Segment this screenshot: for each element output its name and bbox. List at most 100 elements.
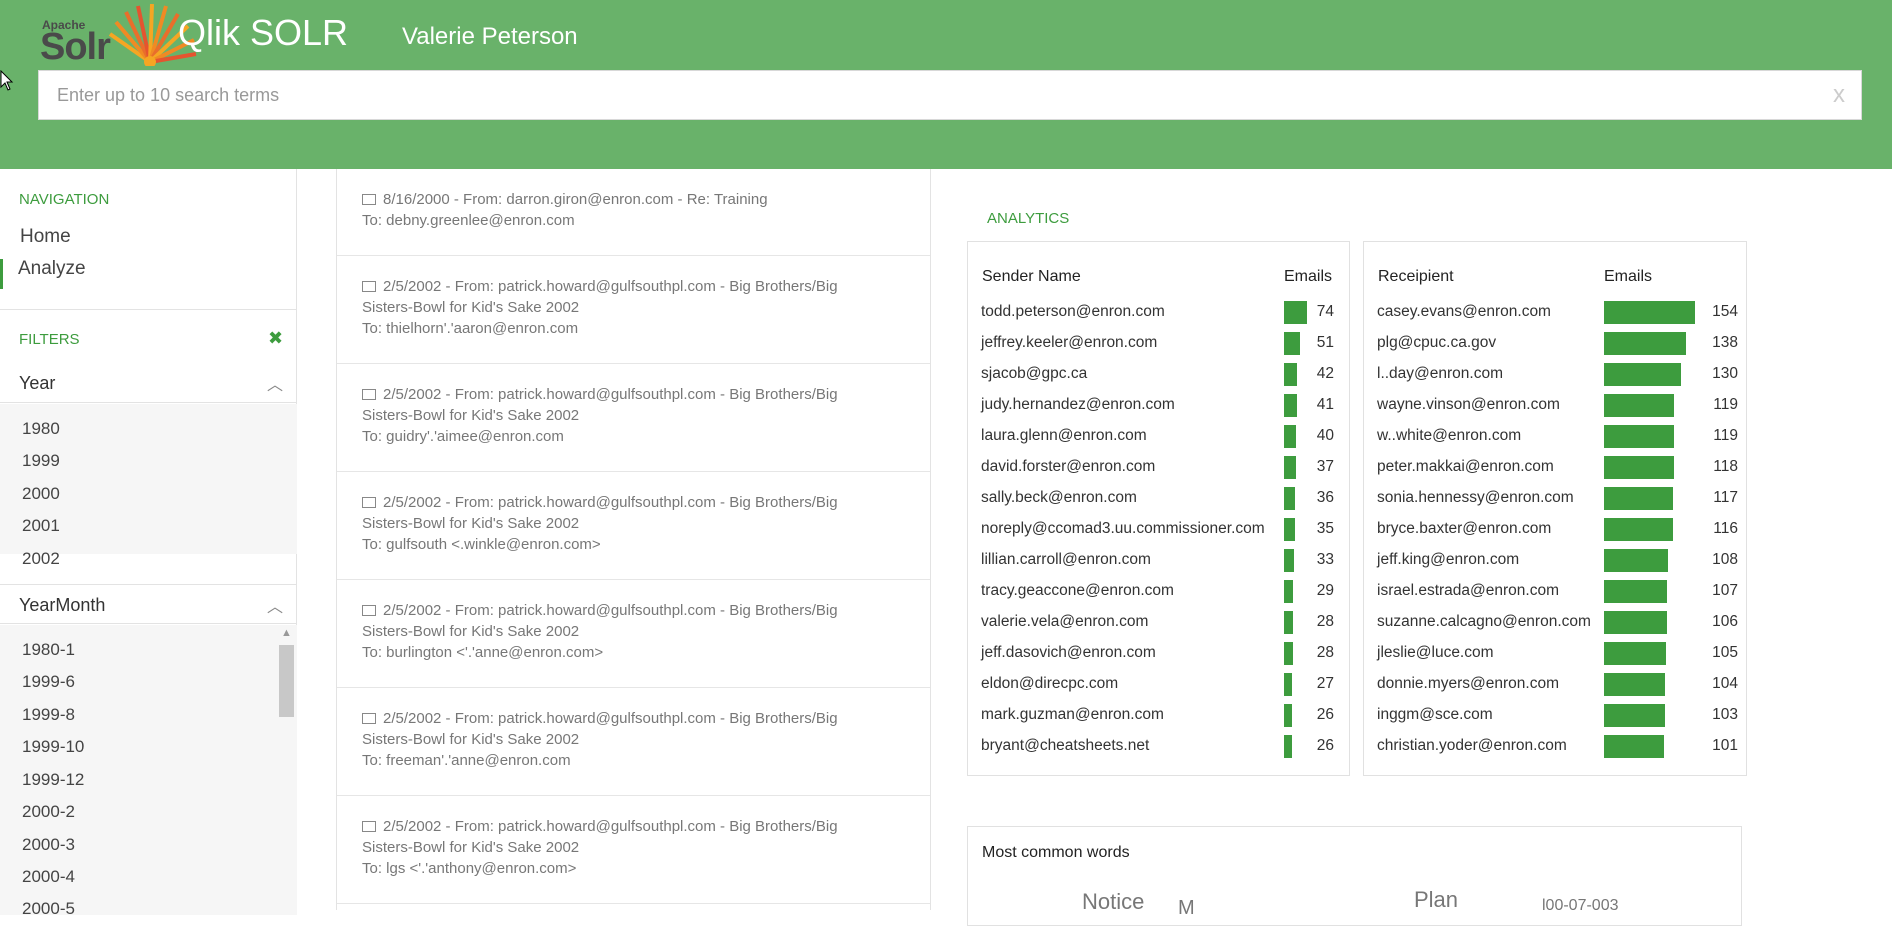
recipients-row-bar [1604,425,1674,448]
senders-row-name[interactable]: noreply@ccomad3.uu.commissioner.com [981,520,1265,538]
yearmonth-filter-item[interactable]: 2000-4 [22,867,75,887]
email-to-line: To: guidry'.'aimee@enron.com [362,428,564,445]
year-filter-item[interactable]: 2000 [22,484,60,504]
recipients-row-name[interactable]: israel.estrada@enron.com [1377,582,1559,600]
user-name[interactable]: Valerie Peterson [402,23,578,51]
word-cloud-item[interactable]: M [1178,897,1195,920]
recipients-row-name[interactable]: bryce.baxter@enron.com [1377,520,1551,538]
recipient-emails-column-header: Emails [1604,268,1653,285]
sidebar: NAVIGATION Home Analyze FILTERS ✖ Year ︿… [0,169,297,918]
senders-row-count: 35 [1316,520,1334,537]
recipients-row-name[interactable]: casey.evans@enron.com [1377,303,1551,321]
recipients-row-bar [1604,487,1673,510]
recipients-row-name[interactable]: christian.yoder@enron.com [1377,737,1567,755]
senders-row-count: 28 [1316,613,1334,630]
recipients-row-count: 103 [1712,706,1738,723]
yearmonth-filter-item[interactable]: 1999-6 [22,672,75,692]
senders-row-count: 40 [1316,427,1334,444]
email-item[interactable]: 2/5/2002 - From: patrick.howard@gulfsout… [337,688,930,796]
recipients-row-name[interactable]: jleslie@luce.com [1377,644,1494,662]
logo-solr-text: Solr [40,26,111,68]
nav-item-analyze[interactable]: Analyze [18,258,86,280]
word-cloud-item[interactable]: Notice [1082,889,1144,915]
email-item[interactable]: 2/5/2002 - From: patrick.howard@gulfsout… [337,580,930,688]
recipients-row-name[interactable]: suzanne.calcagno@enron.com [1377,613,1591,631]
senders-row-name[interactable]: eldon@direcpc.com [981,675,1118,693]
envelope-icon [362,713,376,724]
recipients-row-count: 105 [1712,644,1738,661]
app-title: Qlik SOLR [178,12,349,53]
yearmonth-filter-item[interactable]: 1999-10 [22,737,84,757]
yearmonth-filter-item[interactable]: 1999-12 [22,770,84,790]
yearmonth-filter-item[interactable]: 2000-2 [22,802,75,822]
senders-row-count: 36 [1316,489,1334,506]
word-cloud-item[interactable]: l00-07-003 [1542,897,1619,915]
senders-row-bar [1284,611,1293,634]
word-cloud-item[interactable]: Plan [1414,887,1458,913]
year-filter-item[interactable]: 2002 [22,549,60,569]
year-filter-header[interactable]: Year ︿ [0,363,297,403]
nav-item-home[interactable]: Home [20,226,71,248]
yearmonth-filter-item[interactable]: 2000-5 [22,899,75,919]
envelope-icon [362,605,376,616]
recipients-row-count: 107 [1712,582,1738,599]
senders-row-count: 29 [1316,582,1334,599]
search-input[interactable] [39,71,1819,119]
clear-filters-icon[interactable]: ✖ [268,328,283,349]
email-item[interactable]: 8/16/2000 - From: darron.giron@enron.com… [337,169,930,256]
recipients-row-name[interactable]: inggm@sce.com [1377,706,1493,724]
email-item[interactable]: 2/5/2002 - From: patrick.howard@gulfsout… [337,256,930,364]
recipients-row-name[interactable]: l..day@enron.com [1377,365,1503,383]
yearmonth-filter-item[interactable]: 1980-1 [22,640,75,660]
senders-row-name[interactable]: tracy.geaccone@enron.com [981,582,1174,600]
recipients-row-count: 101 [1712,737,1738,754]
recipients-row-name[interactable]: donnie.myers@enron.com [1377,675,1559,693]
recipients-row-bar [1604,735,1664,758]
senders-row-name[interactable]: bryant@cheatsheets.net [981,737,1149,755]
year-filter-item[interactable]: 1980 [22,419,60,439]
mouse-cursor-icon [0,70,14,91]
senders-row-name[interactable]: david.forster@enron.com [981,458,1155,476]
email-header-line: 2/5/2002 - From: patrick.howard@gulfsout… [362,816,905,837]
senders-row-count: 42 [1316,365,1334,382]
recipients-row-bar [1604,363,1681,386]
yearmonth-scrollbar[interactable]: ▲ [278,627,295,909]
chevron-up-icon[interactable]: ︿ [267,371,283,395]
recipients-row-name[interactable]: w..white@enron.com [1377,427,1521,445]
senders-row-name[interactable]: lillian.carroll@enron.com [981,551,1151,569]
senders-row-bar [1284,580,1293,603]
scrollbar-thumb[interactable] [279,645,294,717]
senders-row-name[interactable]: valerie.vela@enron.com [981,613,1148,631]
email-header-line: 2/5/2002 - From: patrick.howard@gulfsout… [362,384,905,405]
yearmonth-filter-item[interactable]: 1999-8 [22,705,75,725]
email-subject-line: Sisters-Bowl for Kid's Sake 2002 [362,299,580,316]
scroll-up-arrow-icon[interactable]: ▲ [281,627,292,639]
senders-row-count: 27 [1316,675,1334,692]
year-filter-item[interactable]: 2001 [22,516,60,536]
recipients-row-count: 108 [1712,551,1738,568]
senders-row-name[interactable]: judy.hernandez@enron.com [981,396,1175,414]
senders-row-name[interactable]: sally.beck@enron.com [981,489,1137,507]
email-to-line: To: debny.greenlee@enron.com [362,212,575,229]
senders-row-name[interactable]: jeffrey.keeler@enron.com [981,334,1157,352]
recipients-row-name[interactable]: jeff.king@enron.com [1377,551,1519,569]
senders-row-name[interactable]: laura.glenn@enron.com [981,427,1147,445]
senders-row-count: 41 [1316,396,1334,413]
senders-row-name[interactable]: mark.guzman@enron.com [981,706,1164,724]
search-clear-button[interactable]: x [1833,81,1845,109]
senders-row-name[interactable]: todd.peterson@enron.com [981,303,1165,321]
yearmonth-filter-header[interactable]: YearMonth ︿ [0,584,297,624]
recipients-row-name[interactable]: sonia.hennessy@enron.com [1377,489,1574,507]
recipients-row-name[interactable]: wayne.vinson@enron.com [1377,396,1560,414]
recipients-row-name[interactable]: plg@cpuc.ca.gov [1377,334,1496,352]
email-item[interactable]: 2/5/2002 - From: patrick.howard@gulfsout… [337,364,930,472]
chevron-up-icon[interactable]: ︿ [267,593,283,617]
email-subject-line: Sisters-Bowl for Kid's Sake 2002 [362,731,580,748]
email-item[interactable]: 2/5/2002 - From: patrick.howard@gulfsout… [337,796,930,904]
recipients-row-name[interactable]: peter.makkai@enron.com [1377,458,1554,476]
yearmonth-filter-item[interactable]: 2000-3 [22,835,75,855]
email-item[interactable]: 2/5/2002 - From: patrick.howard@gulfsout… [337,472,930,580]
senders-row-name[interactable]: jeff.dasovich@enron.com [981,644,1156,662]
year-filter-item[interactable]: 1999 [22,451,60,471]
senders-row-name[interactable]: sjacob@gpc.ca [981,365,1087,383]
